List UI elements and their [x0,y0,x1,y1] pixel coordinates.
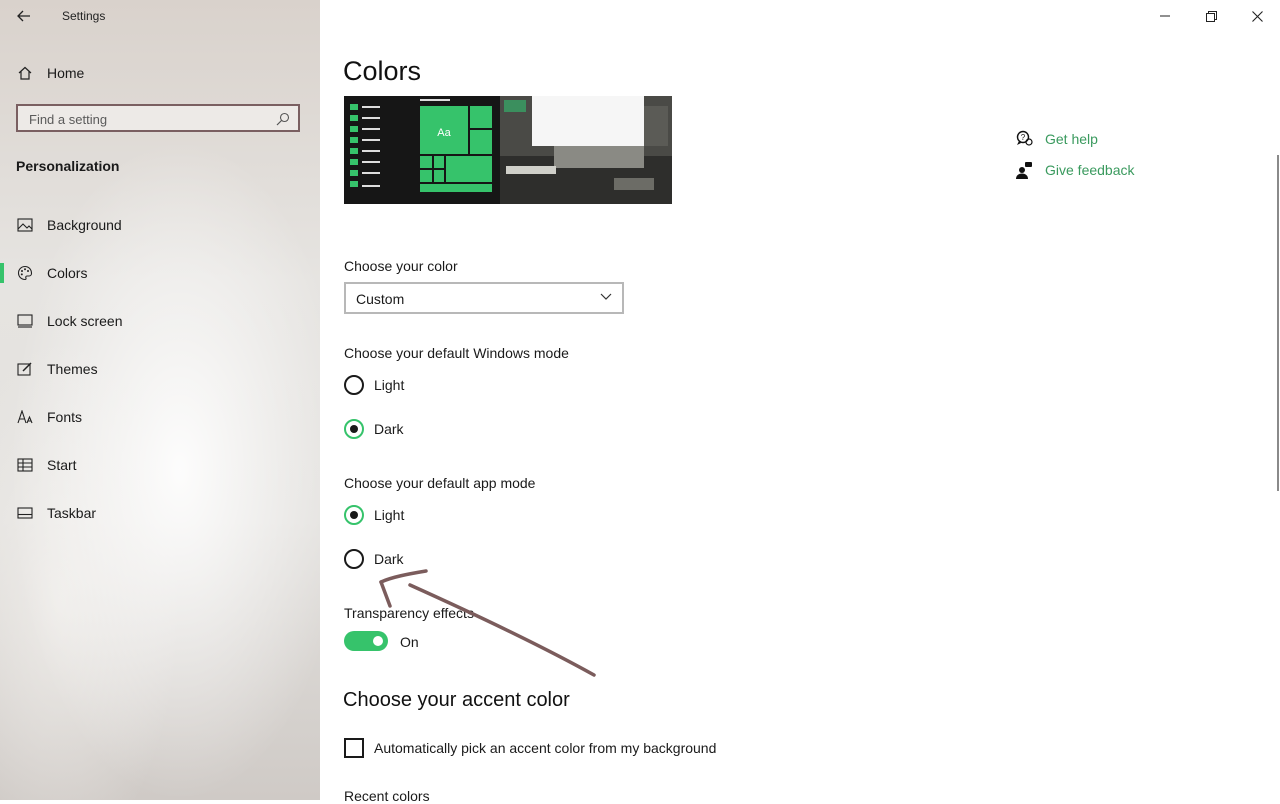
auto-accent-checkbox[interactable]: Automatically pick an accent color from … [344,738,716,758]
sidebar-item-label: Themes [47,361,98,377]
font-icon [16,408,34,426]
lock-screen-icon [16,312,34,330]
radio-label: Dark [374,421,404,437]
brush-icon [16,360,34,378]
give-feedback-label: Give feedback [1045,162,1135,178]
choose-color-label: Choose your color [344,258,458,274]
search-icon [276,112,290,126]
theme-preview-image: Aa [344,96,672,204]
app-title: Settings [62,9,106,23]
search-input[interactable] [27,110,271,128]
sidebar-item-label: Start [47,457,77,473]
feedback-icon [1016,162,1032,179]
give-feedback-link[interactable]: Give feedback [1015,159,1135,181]
app-mode-label: Choose your default app mode [344,475,536,491]
checkbox-label: Automatically pick an accent color from … [374,740,717,756]
preview-tile-text: Aa [437,127,451,139]
choose-color-dropdown[interactable]: Custom [344,282,624,314]
accent-color-heading: Choose your accent color [343,689,570,711]
sidebar-item-colors[interactable]: Colors [0,253,320,293]
sidebar-item-label: Lock screen [47,313,123,329]
recent-colors-label: Recent colors [344,788,430,804]
sidebar-item-themes[interactable]: Themes [0,349,320,389]
radio-circle[interactable] [344,375,364,395]
sidebar-item-start[interactable]: Start [0,445,320,485]
sidebar-item-label: Colors [47,265,88,281]
get-help-label: Get help [1045,131,1098,147]
sidebar-item-fonts[interactable]: Fonts [0,397,320,437]
main-content: Colors Aa Choose your color Custom Choos… [320,0,1280,804]
back-arrow-icon [17,10,30,22]
search-box[interactable] [16,104,300,132]
sidebar-item-label: Home [47,65,85,81]
help-chat-icon: ? [1016,130,1033,146]
sidebar-item-home[interactable]: Home [0,53,320,93]
scrollbar-thumb[interactable] [1277,155,1279,491]
get-help-link[interactable]: ? Get help [1015,128,1098,150]
sidebar-item-lock-screen[interactable]: Lock screen [0,301,320,341]
radio-circle[interactable] [344,505,364,525]
section-heading: Personalization [16,158,120,174]
page-title: Colors [343,56,422,86]
taskbar-icon [16,504,34,522]
radio-label: Light [374,507,405,523]
back-button[interactable] [10,4,38,28]
radio-circle[interactable] [344,419,364,439]
image-icon [16,216,34,234]
chevron-down-icon [600,293,612,300]
palette-icon [16,264,34,282]
radio-label: Light [374,377,405,393]
toggle-state-label: On [400,634,419,650]
svg-text:?: ? [1021,133,1026,142]
theme-preview: Aa [344,96,672,204]
radio-label: Dark [374,551,404,567]
radio-circle[interactable] [344,549,364,569]
app-mode-dark-radio[interactable]: Dark [344,547,404,571]
sidebar-item-background[interactable]: Background [0,205,320,245]
app-mode-light-radio[interactable]: Light [344,503,404,527]
sidebar-item-taskbar[interactable]: Taskbar [0,493,320,533]
transparency-label: Transparency effects [344,605,474,621]
home-icon [16,64,34,82]
checkbox-box[interactable] [344,738,364,758]
sidebar-item-label: Fonts [47,409,83,425]
start-icon [16,456,34,474]
sidebar: Settings Home Personalization Background… [0,0,320,800]
windows-mode-dark-radio[interactable]: Dark [344,417,404,441]
sidebar-item-label: Background [47,217,122,233]
sidebar-item-label: Taskbar [47,505,97,521]
transparency-toggle[interactable] [344,631,388,651]
windows-mode-label: Choose your default Windows mode [344,345,569,361]
dropdown-value: Custom [356,291,405,307]
windows-mode-light-radio[interactable]: Light [344,373,404,397]
